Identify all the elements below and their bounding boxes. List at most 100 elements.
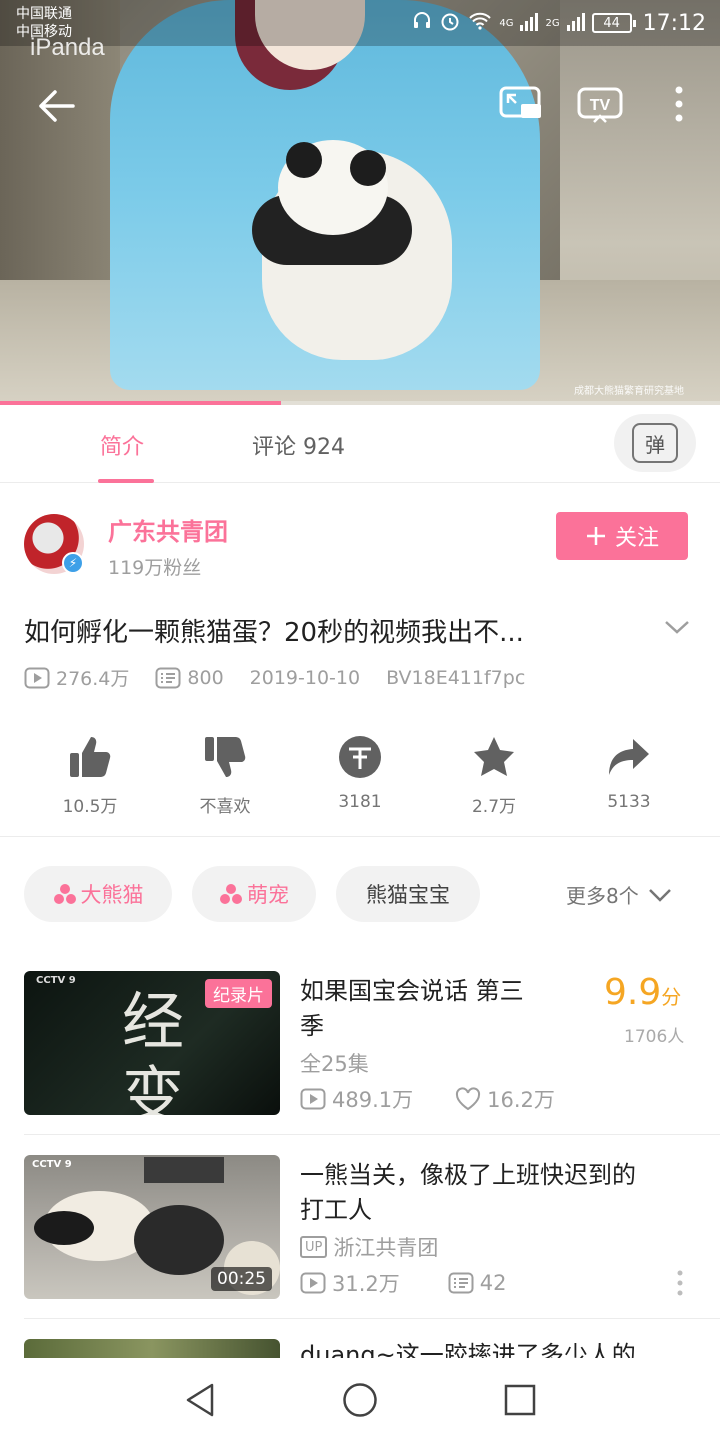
alarm-icon: [439, 10, 461, 36]
tag-cute-pet[interactable]: 萌宠: [192, 866, 316, 922]
danmaku-toggle-button[interactable]: 弹: [614, 414, 696, 472]
thumbnail-panda: [134, 1205, 224, 1275]
video-meta: 276.4万 800 2019-10-10 BV18E411f7pc: [24, 664, 525, 691]
verified-icon: ⚡: [62, 552, 84, 574]
thumbs-down-icon: [205, 737, 246, 777]
favorite-count: 2.7万: [471, 797, 517, 817]
like-button[interactable]: 10.5万: [40, 732, 140, 817]
title-line: 季: [300, 1012, 324, 1040]
chevron-down-icon: [648, 888, 671, 902]
svg-text:TV: TV: [590, 97, 611, 114]
title-line: 如果国宝会说话 第三: [300, 977, 524, 1005]
coin-button[interactable]: 3181: [310, 732, 410, 812]
section-divider: [0, 836, 720, 837]
video-title: 如何孵化一颗熊猫蛋？20秒的视频我出不...: [24, 618, 524, 648]
danmaku-count: 800: [187, 666, 224, 689]
detail-tabs: 简介 评论 924: [0, 405, 720, 483]
video-frame-panda-ear: [350, 150, 386, 186]
documentary-badge: 纪录片: [205, 979, 272, 1008]
dislike-label: 不喜欢: [199, 797, 251, 817]
tag-label: 大熊猫: [80, 883, 144, 907]
status-icons: 4G 2G 44 17:12: [412, 8, 706, 38]
thumbnail-vent: [144, 1157, 224, 1183]
nav-back-button[interactable]: [178, 1378, 222, 1422]
related-thumbnail[interactable]: CCTV 9 经 变 纪录片: [24, 971, 280, 1115]
score-value: 9.9: [604, 972, 662, 1013]
nav-home-button[interactable]: [338, 1378, 382, 1422]
system-navigation-bar: [0, 1358, 720, 1440]
more-options-button[interactable]: [664, 84, 694, 124]
thumbnail-panda-dark: [34, 1211, 94, 1245]
channel-icon: [220, 884, 242, 904]
share-button[interactable]: 5133: [579, 732, 679, 812]
danmaku-icon: 弹: [632, 423, 678, 463]
wifi-icon: [468, 11, 492, 35]
follow-button[interactable]: 关注: [556, 512, 688, 560]
play-count-icon: [300, 1272, 326, 1294]
nav-recents-button[interactable]: [498, 1378, 542, 1422]
list-divider: [24, 1134, 720, 1135]
danmaku-label: 弹: [645, 432, 665, 457]
battery-icon: 44: [591, 13, 636, 33]
video-duration: 00:25: [211, 1267, 272, 1291]
tab-comments[interactable]: 评论 924: [252, 429, 345, 461]
related-uploader: UP 浙江共青团: [300, 1232, 438, 1262]
related-title[interactable]: 如果国宝会说话 第三 季: [300, 974, 524, 1044]
ipanda-logo: iPanda: [30, 34, 105, 61]
circle-home-icon: [343, 1383, 377, 1417]
danmaku-count-icon: [448, 1272, 474, 1294]
view-count: 31.2万: [332, 1272, 400, 1296]
dislike-button[interactable]: 不喜欢: [175, 732, 275, 817]
uploader-name[interactable]: 广东共青团: [108, 512, 228, 547]
clock: 17:12: [642, 10, 706, 36]
view-count: 489.1万: [332, 1088, 414, 1112]
up-icon: UP: [300, 1236, 328, 1258]
plus-icon: [586, 527, 605, 545]
video-frame-panda-ear: [286, 142, 322, 178]
headphone-icon: [412, 11, 432, 35]
tab-indicator: [98, 479, 154, 483]
more-tags-button[interactable]: 更多8个: [566, 880, 673, 909]
tag-panda-baby[interactable]: 熊猫宝宝: [336, 866, 480, 922]
uploader-name: 浙江共青团: [333, 1236, 439, 1260]
square-recents-icon: [504, 1384, 536, 1416]
tag-label: 萌宠: [247, 883, 289, 907]
more-vertical-icon: [677, 1270, 683, 1296]
picture-in-picture-button[interactable]: [498, 84, 544, 124]
chevron-down-icon: [665, 621, 689, 634]
rating-score: 9.9分: [604, 972, 681, 1013]
danmaku-count: 42: [479, 1271, 507, 1295]
more-vertical-icon: [675, 86, 683, 122]
related-title[interactable]: duang~这一跤摔进了多少人的: [300, 1338, 636, 1360]
tag-giant-panda[interactable]: 大熊猫: [24, 866, 172, 922]
follow-label: 关注: [614, 526, 659, 551]
coin-icon: [339, 736, 381, 778]
channel-icon: [53, 884, 76, 904]
uploader-fans: 119万粉丝: [108, 557, 202, 579]
back-button[interactable]: [34, 84, 78, 128]
view-count: 276.4万: [56, 668, 130, 690]
favorite-button[interactable]: 2.7万: [444, 732, 544, 817]
rating-count: 1706人: [624, 1027, 685, 1047]
related-stats: 31.2万 42: [300, 1268, 507, 1298]
tab-intro[interactable]: 简介: [100, 429, 144, 461]
signal-icon: [520, 11, 539, 35]
status-bar: 中国联通 中国移动 4G 2G 44 17:12: [0, 0, 720, 46]
related-title[interactable]: 一熊当关，像极了上班快迟到的 打工人: [300, 1158, 636, 1228]
heart-icon: [456, 1087, 481, 1111]
like-count: 16.2万: [487, 1088, 555, 1112]
video-player[interactable]: 成都大熊猫繁育研究基地: [0, 0, 720, 405]
play-count-icon: [300, 1088, 326, 1110]
expand-description-button[interactable]: [662, 612, 692, 642]
share-count: 5133: [607, 792, 651, 812]
video-watermark: 成都大熊猫繁育研究基地: [574, 386, 684, 397]
battery-level: 44: [603, 15, 620, 31]
pip-icon: [499, 86, 541, 118]
bv-id: BV18E411f7pc: [386, 666, 526, 689]
danmaku-count-icon: [155, 667, 181, 688]
signal-icon-2: [566, 11, 585, 35]
tv-icon: TV: [577, 87, 623, 123]
related-thumbnail[interactable]: CCTV 9 00:25: [24, 1155, 280, 1299]
item-menu-button[interactable]: [674, 1270, 686, 1296]
tv-cast-button[interactable]: TV: [576, 84, 624, 124]
